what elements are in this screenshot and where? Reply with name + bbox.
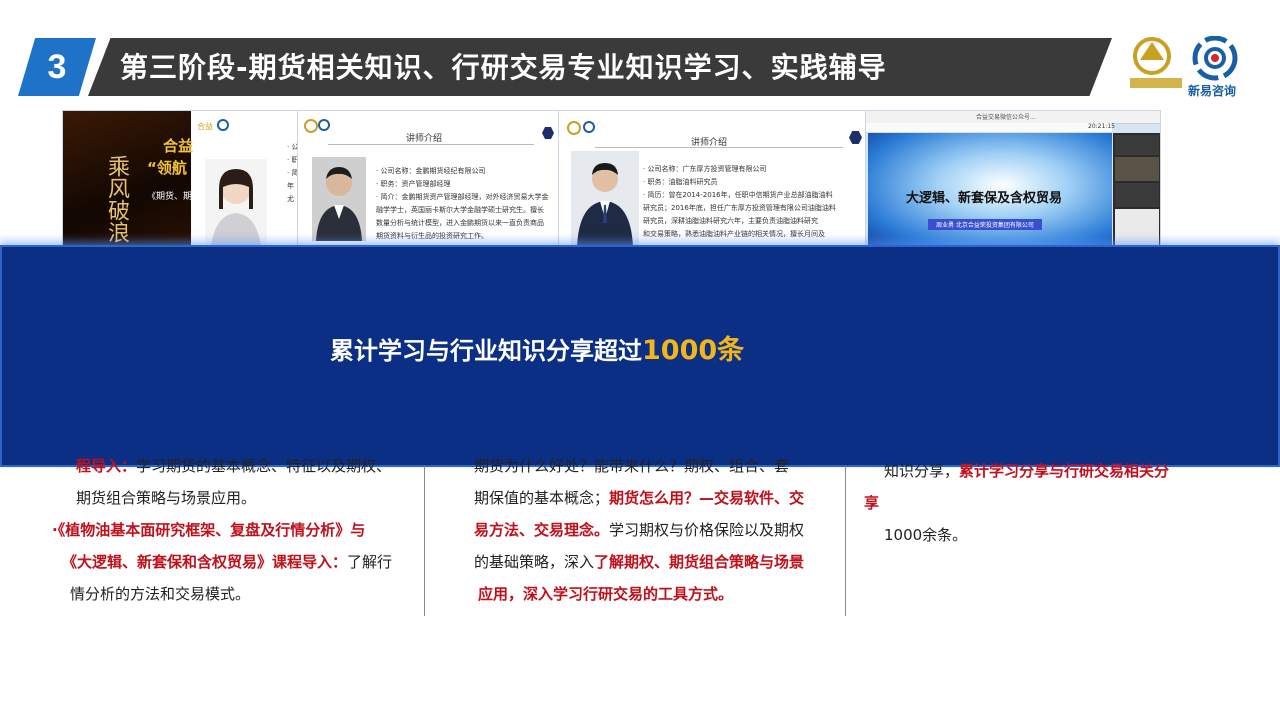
column-2-text: 期货为什么好处？能带来什么？期权、组合、套 期保值的基本概念；期货怎么用？—交易… — [474, 457, 805, 603]
banner-text: 累计学习与行业知识分享超过1000条 — [330, 335, 745, 366]
heyi-mark-small-icon — [304, 119, 318, 133]
section-number: 3 — [18, 38, 96, 96]
session-title: 大逻辑、新套保及含权贸易 — [906, 191, 1063, 206]
xinyi-mark-small-icon — [583, 121, 595, 133]
slide-thumbnail-poster[interactable]: 乘风破浪 合益 “领航 《期货、期权 合益 · 公 · 职 · 简年尤 — [62, 110, 300, 250]
column-divider — [845, 466, 846, 616]
slide-thumbnail-lecturer-1[interactable]: 讲师介绍 · 公司名称：金鹏期货经纪有限公司 · 职务：资产管理部经理 · 简介：金… — [297, 110, 559, 250]
window-title: 合益交易微信公众号... — [976, 114, 1036, 121]
participants-panel — [1113, 133, 1160, 249]
page-title: 第三阶段-期货相关知识、行研交易专业知识学习、实践辅导 — [120, 51, 887, 84]
poster-headline-1: 合益 — [163, 137, 194, 155]
lecturer-photo — [205, 159, 267, 247]
participant-tile[interactable] — [1115, 183, 1159, 207]
slide-heading: 讲师介绍 — [406, 134, 443, 144]
poster-subtitle: 《期货、期权 — [147, 192, 202, 202]
hexagon-icon — [849, 131, 862, 144]
poster-calligraphy: 乘风破浪 — [104, 155, 129, 243]
session-subtitle: 周业勇 北京合益荣投资集团有限公司 — [928, 219, 1042, 230]
brand-mark-small: 合益 — [197, 122, 213, 131]
lecturer-photo — [312, 157, 366, 241]
lecturer-info: · 公司名称：广东厚方投资管理有限公司 · 职务：油脂油料研究员 · 简历：曾在20… — [643, 165, 836, 238]
lecturer-info: · 公司名称：金鹏期货经纪有限公司 · 职务：资产管理部经理 · 简介：金鹏期货资产… — [376, 167, 549, 240]
toolbar-strip — [866, 123, 1112, 133]
xinyi-mark-small-icon — [217, 119, 229, 131]
hexagon-icon — [542, 127, 554, 139]
participant-tile[interactable] — [1115, 135, 1159, 155]
poster-headline-2: “领航 — [147, 159, 187, 177]
heading-rule — [595, 147, 843, 148]
slide-thumbnail-lecturer-2[interactable]: 讲师介绍 · 公司名称：广东厚方投资管理有限公司 · 职务：油脂油料研究员 · 简历… — [558, 110, 866, 250]
column-1-text: 程导入：学习期货的基本概念、特征以及期权、 期货组合策略与场景应用。 ·《植物油… — [52, 457, 393, 603]
column-3-text: 知识分享，累计学习分享与行研交易相关分 享 1000余条。 — [864, 462, 1170, 544]
heyi-mark-small-icon — [567, 121, 581, 135]
banner-highlight: 1000条 — [642, 335, 745, 366]
heading-rule — [328, 144, 534, 145]
xinyi-mark-small-icon — [318, 119, 330, 131]
participant-tile[interactable] — [1115, 209, 1159, 245]
lecturer-photo — [571, 151, 639, 247]
xinyi-logo-text: 新易咨询 — [1188, 84, 1237, 98]
column-divider — [424, 466, 425, 616]
heyi-logo — [1126, 34, 1186, 98]
slide-thumbnail-live-session[interactable]: 合益交易微信公众号... 20:21:15 大逻辑、新套保及含权贸易 周业勇 北… — [865, 110, 1161, 250]
meeting-time: 20:21:15 — [1088, 123, 1115, 130]
participant-tile[interactable] — [1115, 157, 1159, 181]
